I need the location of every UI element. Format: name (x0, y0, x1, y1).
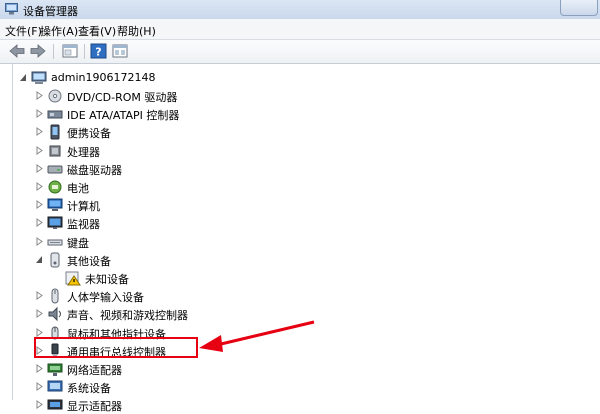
tree-node[interactable]: 监视器 (35, 214, 295, 232)
processor-icon (49, 145, 61, 157)
computer-icon (47, 198, 63, 212)
tree-node-label: 网络适配器 (67, 364, 122, 377)
dvd-drive-icon (48, 89, 62, 103)
tree-node-label: 监视器 (67, 218, 100, 232)
collapse-arrow-icon[interactable] (35, 255, 43, 264)
tree-node[interactable]: 磁盘驱动器 (35, 160, 295, 178)
expand-arrow-icon[interactable] (35, 400, 43, 410)
tree-node[interactable]: 键盘 (35, 233, 295, 251)
tree-node-label: 未知设备 (85, 273, 129, 286)
menu-action[interactable]: 操作(A) (40, 23, 78, 39)
expand-arrow-icon[interactable] (35, 109, 43, 119)
tree-node-label: 便携设备 (67, 127, 111, 141)
annotation-highlight-box (34, 337, 198, 358)
expand-arrow-icon[interactable] (35, 127, 43, 137)
expand-arrow-icon[interactable] (35, 364, 43, 373)
toolbar: ? (0, 40, 600, 64)
expand-arrow-icon[interactable] (35, 91, 43, 100)
tree-node[interactable]: IDE ATA/ATAPI 控制器 (35, 105, 295, 123)
tree-node-label: 其他设备 (67, 254, 111, 268)
tree-node-label: 处理器 (67, 145, 100, 159)
expand-arrow-icon[interactable] (35, 309, 43, 319)
tree-node[interactable]: 人体学输入设备 (35, 287, 295, 305)
expand-arrow-icon[interactable] (35, 382, 43, 392)
tree-node-label: DVD/CD-ROM 驱动器 (67, 91, 178, 104)
menu-help[interactable]: 帮助(H) (117, 23, 156, 39)
menu-bar: 文件(F) 操作(A) 查看(V) 帮助(H) (0, 19, 600, 40)
other-devices-icon (50, 252, 60, 268)
tree-child-node[interactable]: 未知设备 (51, 269, 291, 287)
tree-node-label: 声音、视频和游戏控制器 (67, 309, 188, 323)
properties-icon[interactable] (61, 43, 79, 59)
network-adapter-icon (47, 363, 63, 376)
tree-node[interactable]: 网络适配器 (35, 360, 295, 378)
computer-root-icon (31, 71, 47, 84)
tree-node[interactable]: 系统设备 (35, 378, 295, 396)
expand-arrow-icon[interactable] (35, 236, 43, 246)
forward-icon[interactable] (29, 43, 47, 59)
disk-drive-icon (47, 165, 63, 174)
tree-node-label: 显示适配器 (67, 400, 122, 414)
system-device-icon (47, 380, 63, 392)
tree-node[interactable]: DVD/CD-ROM 驱动器 (35, 87, 295, 105)
close-button[interactable] (560, 0, 598, 16)
unknown-device-warning-icon (65, 271, 81, 286)
tree-node-label: 电池 (67, 182, 89, 195)
expand-arrow-icon[interactable] (35, 218, 43, 228)
window-title: 设备管理器 (23, 5, 78, 18)
menu-view[interactable]: 查看(V) (78, 23, 116, 39)
tree-node[interactable]: 计算机 (35, 196, 295, 214)
toolbar-separator (84, 44, 85, 59)
tree-node-label: IDE ATA/ATAPI 控制器 (67, 109, 180, 123)
tree-node[interactable]: 处理器 (35, 142, 295, 160)
expand-arrow-icon[interactable] (35, 182, 43, 191)
back-icon[interactable] (8, 43, 26, 59)
tree-node-label: 计算机 (67, 200, 100, 214)
title-bar: 设备管理器 (0, 0, 600, 20)
battery-icon (48, 180, 62, 194)
expand-arrow-icon[interactable] (35, 200, 43, 210)
tree-root-label: admin1906172148 (51, 71, 156, 84)
ide-controller-icon (47, 110, 63, 119)
collapse-arrow-icon[interactable] (19, 73, 27, 82)
sound-icon (48, 307, 61, 322)
portable-device-icon (50, 124, 60, 140)
show-panel-icon[interactable] (111, 43, 129, 59)
expand-arrow-icon[interactable] (35, 163, 43, 173)
tree-node-label: 键盘 (67, 236, 89, 250)
hid-icon (51, 288, 59, 304)
annotation-arrow-icon (199, 320, 315, 352)
expand-arrow-icon[interactable] (35, 145, 43, 155)
toolbar-separator (53, 44, 54, 59)
tree-node-label: 人体学输入设备 (67, 291, 144, 305)
tree-node[interactable]: 显示适配器 (35, 396, 295, 414)
help-icon[interactable]: ? (90, 43, 108, 59)
tree-node-label: 系统设备 (67, 382, 111, 396)
svg-text:?: ? (95, 46, 101, 59)
menu-file[interactable]: 文件(F) (5, 23, 42, 39)
tree-node[interactable]: 便携设备 (35, 123, 295, 141)
tree-node[interactable]: 其他设备 (35, 251, 295, 269)
expand-arrow-icon[interactable] (35, 291, 43, 301)
expand-arrow-icon[interactable] (35, 327, 43, 337)
tree-node-label: 磁盘驱动器 (67, 163, 122, 177)
tree-root[interactable]: admin1906172148 (17, 69, 317, 87)
tree-node[interactable]: 电池 (35, 178, 295, 196)
device-tree: admin1906172148 DVD/CD-ROM 驱动器 IDE ATA/AT… (12, 64, 600, 413)
keyboard-icon (47, 239, 63, 246)
device-manager-icon (5, 3, 18, 15)
monitor-icon (47, 216, 63, 230)
